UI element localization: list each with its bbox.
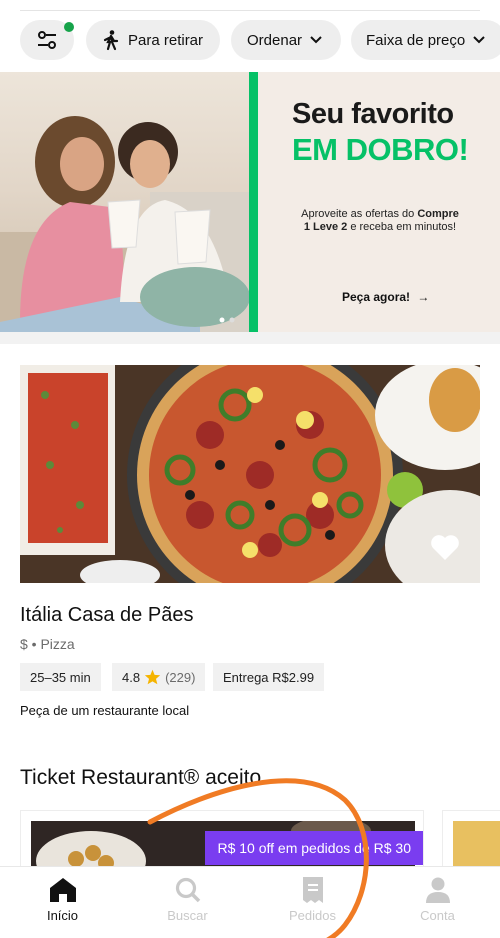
section-divider — [0, 332, 500, 344]
restaurant-name[interactable]: Itália Casa de Pães — [20, 604, 193, 627]
rating-count: (229) — [165, 669, 196, 685]
sort-label: Ordenar — [247, 31, 303, 49]
banner-photo — [0, 72, 256, 332]
rating-value: 4.8 — [122, 669, 141, 685]
nav-orders-label: Pedidos — [289, 908, 336, 923]
banner-cta-link[interactable]: Peça agora! → — [342, 290, 429, 304]
nav-account-label: Conta — [420, 908, 455, 923]
chevron-down-icon — [473, 36, 485, 44]
arrow-right-icon: → — [417, 290, 430, 304]
banner-title: Seu favorito — [292, 98, 454, 130]
filters-button[interactable] — [20, 20, 74, 60]
person-icon — [425, 877, 450, 903]
banner-cta-label: Peça agora! — [342, 290, 411, 304]
top-divider — [20, 10, 480, 11]
delivery-fee-badge: Entrega R$2.99 — [213, 663, 325, 691]
restaurant-meta: $ • Pizza — [20, 636, 75, 652]
active-filter-dot — [64, 22, 74, 32]
price-range-label: Faixa de preço — [366, 31, 466, 49]
delivery-time-badge: 25–35 min — [20, 663, 101, 691]
star-icon — [144, 669, 161, 685]
rating-badge: 4.8 (229) — [112, 663, 206, 691]
promo-badge: R$ 10 off em pedidos de R$ 30 — [205, 831, 423, 865]
nav-search[interactable]: Buscar — [125, 867, 250, 938]
filter-bar: Para retirar Ordenar Faixa de preço — [0, 20, 500, 62]
sliders-icon — [38, 31, 56, 49]
nav-account[interactable]: Conta — [375, 867, 500, 938]
pickup-label: Para retirar — [128, 31, 204, 49]
section-title: Ticket Restaurant® aceito — [20, 766, 262, 789]
banner-accent-edge — [249, 72, 258, 332]
bottom-navigation: Início Buscar Pedidos Conta — [0, 866, 500, 938]
walking-person-icon — [103, 30, 119, 51]
nav-orders[interactable]: Pedidos — [250, 867, 375, 938]
sort-dropdown[interactable]: Ordenar — [231, 20, 341, 60]
receipt-icon — [302, 877, 323, 903]
local-restaurant-label: Peça de um restaurante local — [20, 703, 190, 718]
restaurant-image[interactable] — [20, 365, 480, 583]
banner-description: Aproveite as ofertas do Compre 1 Leve 2 … — [301, 208, 459, 233]
nav-home[interactable]: Início — [0, 867, 125, 938]
price-range-dropdown[interactable]: Faixa de preço — [351, 20, 500, 60]
favorite-heart-icon[interactable] — [430, 534, 460, 561]
chevron-down-icon — [310, 36, 322, 44]
home-icon — [49, 878, 76, 902]
search-icon — [175, 877, 200, 903]
pickup-chip[interactable]: Para retirar — [86, 20, 220, 60]
nav-home-label: Início — [46, 908, 79, 923]
banner-subtitle: EM DOBRO! — [292, 132, 469, 167]
nav-search-label: Buscar — [167, 908, 208, 923]
promo-banner[interactable]: Seu favorito EM DOBRO! Aproveite as ofer… — [0, 72, 500, 332]
